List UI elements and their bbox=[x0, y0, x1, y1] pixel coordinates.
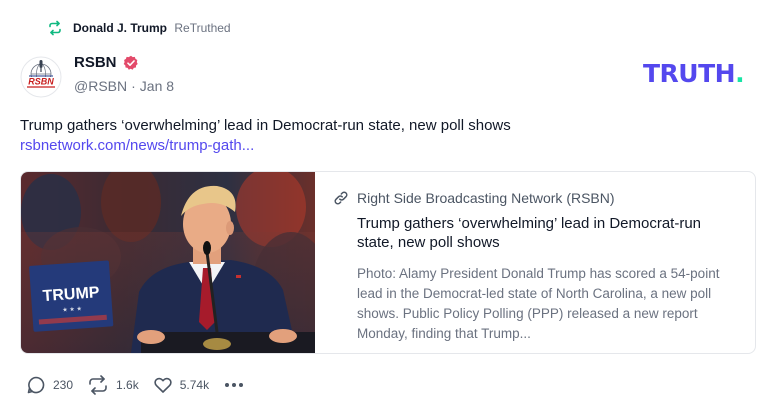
logo-text: TRUTH bbox=[643, 59, 736, 88]
post-link[interactable]: rsbnetwork.com/news/trump-gath... bbox=[20, 136, 254, 155]
retruth-count: 1.6k bbox=[116, 378, 139, 392]
post-text: Trump gathers ‘overwhelming’ lead in Dem… bbox=[20, 117, 511, 134]
reply-button[interactable]: 230 bbox=[26, 375, 73, 395]
logo-dot: . bbox=[735, 59, 745, 88]
like-count: 5.74k bbox=[179, 378, 210, 392]
card-image: TRUMP ★ ★ ★ bbox=[21, 172, 315, 353]
card-source-row: Right Side Broadcasting Network (RSBN) bbox=[333, 188, 733, 208]
retruth-icon bbox=[47, 20, 63, 36]
author-meta: @RSBN · Jan 8 bbox=[74, 78, 174, 94]
card-body: Right Side Broadcasting Network (RSBN) T… bbox=[315, 172, 753, 353]
author-name-row: RSBN bbox=[74, 54, 139, 71]
retruth-header: Donald J. Trump ReTruthed bbox=[47, 18, 231, 38]
verified-badge-icon bbox=[123, 55, 139, 71]
meta-separator: · bbox=[131, 78, 136, 94]
retruth-label: ReTruthed bbox=[174, 21, 231, 35]
card-description: Photo: Alamy President Donald Trump has … bbox=[357, 266, 720, 341]
author-name[interactable]: RSBN bbox=[74, 54, 117, 71]
link-icon bbox=[333, 190, 349, 206]
more-options-icon[interactable] bbox=[225, 383, 244, 387]
reply-count: 230 bbox=[53, 378, 74, 392]
retruth-action-icon bbox=[87, 375, 109, 395]
post-actions: 230 1.6k 5.74k bbox=[26, 374, 244, 396]
heart-icon bbox=[153, 375, 173, 395]
truth-social-logo[interactable]: TRUTH. bbox=[643, 59, 745, 88]
like-button[interactable]: 5.74k bbox=[153, 375, 209, 395]
post-date[interactable]: Jan 8 bbox=[140, 78, 174, 94]
retruth-user-link[interactable]: Donald J. Trump bbox=[73, 21, 167, 35]
author-handle[interactable]: @RSBN bbox=[74, 78, 127, 94]
svg-text:★ ★ ★: ★ ★ ★ bbox=[62, 305, 82, 313]
card-title: Trump gathers ‘overwhelming’ lead in Dem… bbox=[357, 215, 702, 251]
retruth-button[interactable]: 1.6k bbox=[87, 375, 139, 395]
card-source: Right Side Broadcasting Network (RSBN) bbox=[357, 190, 615, 206]
avatar[interactable]: RSBN bbox=[20, 56, 62, 98]
avatar-logo-text: RSBN bbox=[28, 77, 54, 87]
reply-icon bbox=[26, 375, 46, 395]
link-preview-card[interactable]: TRUMP ★ ★ ★ Right Side Broadcasting Netw… bbox=[20, 171, 756, 354]
